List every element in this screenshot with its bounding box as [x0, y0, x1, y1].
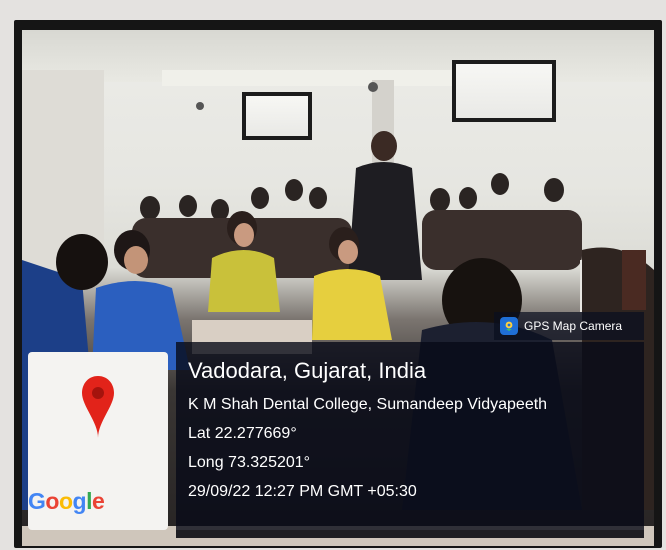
gps-map-camera-tag: GPS Map Camera — [494, 312, 644, 340]
map-pin-icon — [82, 376, 114, 438]
location-info-panel: Vadodara, Gujarat, India K M Shah Dental… — [176, 342, 644, 530]
photo-bottom-edge — [176, 530, 644, 538]
google-logo: Google — [28, 488, 105, 514]
map-thumbnail: Google — [28, 352, 168, 530]
location-datetime: 29/09/22 12:27 PM GMT +05:30 — [188, 483, 417, 500]
gps-map-camera-label: GPS Map Camera — [524, 319, 623, 333]
location-address: K M Shah Dental College, Sumandeep Vidya… — [188, 396, 548, 413]
location-longitude: Long 73.325201° — [188, 454, 311, 471]
gps-map-camera-logo-icon — [500, 317, 518, 335]
location-city: Vadodara, Gujarat, India — [188, 358, 427, 383]
location-latitude: Lat 22.277669° — [188, 425, 297, 442]
